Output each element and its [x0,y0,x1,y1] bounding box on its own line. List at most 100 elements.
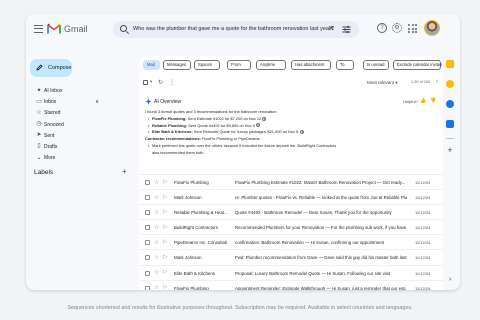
sort-label: Most relevant [367,80,395,85]
star-icon[interactable]: ☆ [154,269,159,276]
keep-icon[interactable] [446,80,454,88]
menu-icon[interactable] [34,25,43,33]
help-icon[interactable]: ? [377,23,387,33]
add-addon-icon[interactable]: + [446,146,454,155]
important-icon[interactable]: ▷ [163,239,167,245]
avatar[interactable] [424,20,440,36]
email-row[interactable]: ☆ ▷ FlowFix Plumbing FlowFix Plumbing Estim… [139,174,443,190]
chevron-left-icon[interactable]: ‹ [428,79,430,85]
row-checkbox[interactable] [145,270,150,276]
filter-chip[interactable]: Has attachment [291,60,331,70]
quote-text: Sent Estimate #1022 for $7,200 on Nov 12 [187,116,262,121]
gmail-logo[interactable] [47,23,61,34]
star-icon[interactable]: ☆ [154,179,159,186]
sidebar-item-drafts[interactable]: ▯ Drafts [26,141,104,152]
sort-dropdown[interactable]: Most relevant ▾ [367,80,398,86]
row-checkbox[interactable] [145,285,150,290]
important-icon[interactable]: ▷ [163,284,167,290]
filter-chip[interactable]: Is unread [363,60,389,70]
inbox-count: 6 [96,99,99,105]
star-icon[interactable]: ☆ [154,194,159,201]
apps-icon[interactable] [408,24,417,33]
search-bar[interactable]: Who was the plumber that gave me a quote… [113,21,359,38]
filter-chip[interactable]: From [227,60,251,70]
email-list: ☆ ▷ FlowFix Plumbing FlowFix Plumbing Estim… [139,174,443,290]
email-row[interactable]: ☆ ▷ Elite Bath & Kitchens Proposal: Luxury … [139,264,443,280]
row-checkbox[interactable] [145,255,150,261]
star-icon[interactable]: ☆ [154,224,159,231]
tasks-icon[interactable] [446,100,454,108]
contacts-icon[interactable] [446,120,454,128]
star-icon[interactable]: ☆ [154,254,159,261]
sidebar-item-ai-inbox[interactable]: ✦ AI Inbox [26,85,104,96]
quote-vendor: Elite Bath & Kitchens: [152,129,193,134]
sparkle-icon: ✦ [36,87,42,94]
row-checkbox[interactable] [145,180,150,185]
quote-vendor: FlowFix Plumbing: [152,116,187,121]
sidebar-item-starred[interactable]: ☆ Starred [26,107,104,118]
email-row[interactable]: ☆ ▷ Mark Johnson re: Plumber quotes - FlowF… [139,189,443,205]
inbox-icon: ▭ [36,98,42,105]
tune-icon[interactable] [342,25,351,34]
filter-chip[interactable]: Spaces [194,60,220,70]
chevron-down-icon[interactable]: ▾ [150,79,152,85]
chevron-right-icon[interactable]: › [436,79,438,85]
sidebar-item-snoozed[interactable]: ◷ Snoozed [26,119,104,130]
star-icon[interactable]: ☆ [154,209,159,216]
refresh-icon[interactable]: ↻ [158,79,163,86]
important-icon[interactable]: ▷ [163,224,167,230]
star-icon[interactable]: ☆ [154,284,159,290]
row-checkbox[interactable] [145,240,150,246]
search-input[interactable]: Who was the plumber that gave me a quote… [133,26,334,32]
compose-button[interactable]: Compose [30,59,72,77]
sidebar-item-label: Starred [44,110,61,117]
email-row[interactable]: ☆ ▷ BuildRight Contractors Recommended Plum… [139,219,443,235]
sidebar-item-sent[interactable]: ➤ Sent [26,130,104,141]
calendar-icon[interactable] [446,60,454,68]
row-checkbox[interactable] [145,225,150,231]
sidebar-item-more[interactable]: ⌄ More [26,152,104,163]
filter-chip[interactable]: Mail [143,60,160,70]
star-icon[interactable]: ☆ [154,239,159,246]
ai-quote-item: Reliable Plumbing: Sent Quote #4492 for … [148,123,260,128]
search-icon[interactable] [120,25,127,32]
citation-chip[interactable]: 3 [300,129,305,134]
citation-chip[interactable]: 1 [262,116,267,121]
brand-name: Gmail [64,24,88,34]
filter-chip[interactable]: To [336,60,354,70]
more-vert-icon[interactable]: ⋮ [169,79,175,86]
email-row[interactable]: ☆ ▷ PipeDreams Inc. Consultati confirmation… [139,234,443,250]
row-checkbox[interactable] [145,195,150,201]
filter-chip[interactable]: Anytime [256,60,286,70]
select-all-checkbox[interactable] [143,80,148,85]
sidebar-item-label: Snoozed [44,121,64,128]
email-row[interactable]: ☆ ▷ Mark Johnson Fwd: Plumber recommendatio… [139,249,443,265]
ai-quote-item: Elite Bath & Kitchens: Sent Remodel Quot… [148,129,305,134]
citation-chip[interactable]: 2 [255,123,260,128]
important-icon[interactable]: ▷ [163,269,167,275]
email-subject: Recommended Plumbers for your Renovation… [235,225,407,231]
expand-panel-icon[interactable]: › [446,276,454,284]
sidebar-item-label: AI Inbox [44,88,63,94]
filter-chip[interactable]: Messages [163,60,191,70]
email-date: 11/12/24 [415,240,431,246]
sidebar-item-label: Drafts [44,143,58,150]
important-icon[interactable]: ▷ [163,254,167,260]
email-sender: Reliable Plumbing & Heat... [174,210,228,216]
row-checkbox[interactable] [145,210,150,216]
sidebar-item-inbox[interactable]: ▭ Inbox 6 [26,96,104,107]
thumbs-down-icon[interactable]: 👎 [430,98,436,104]
important-icon[interactable]: ▷ [163,209,167,215]
email-row[interactable]: ☆ ▷ Reliable Plumbing & Heat... Quote #4492… [139,204,443,220]
settings-icon[interactable]: ⚙ [392,23,402,33]
email-subject: confirmation: Bathroom Renovation — Hi S… [235,240,385,246]
add-label-button[interactable]: + [122,167,127,176]
sidebar-item-label: More [44,155,56,162]
filter-chip[interactable]: Exclude calendar invites [393,60,442,70]
important-icon[interactable]: ▷ [163,179,167,185]
close-icon[interactable]: ✕ [328,24,335,34]
email-row[interactable]: ☆ ▷ FlowFix Plumbing Appointment Reminder: … [139,279,443,290]
thumbs-up-icon[interactable]: 👍 [420,98,426,104]
important-icon[interactable]: ▷ [163,194,167,200]
ai-recommendations: Contractor recommendations: FlowFix Plum… [145,136,261,141]
